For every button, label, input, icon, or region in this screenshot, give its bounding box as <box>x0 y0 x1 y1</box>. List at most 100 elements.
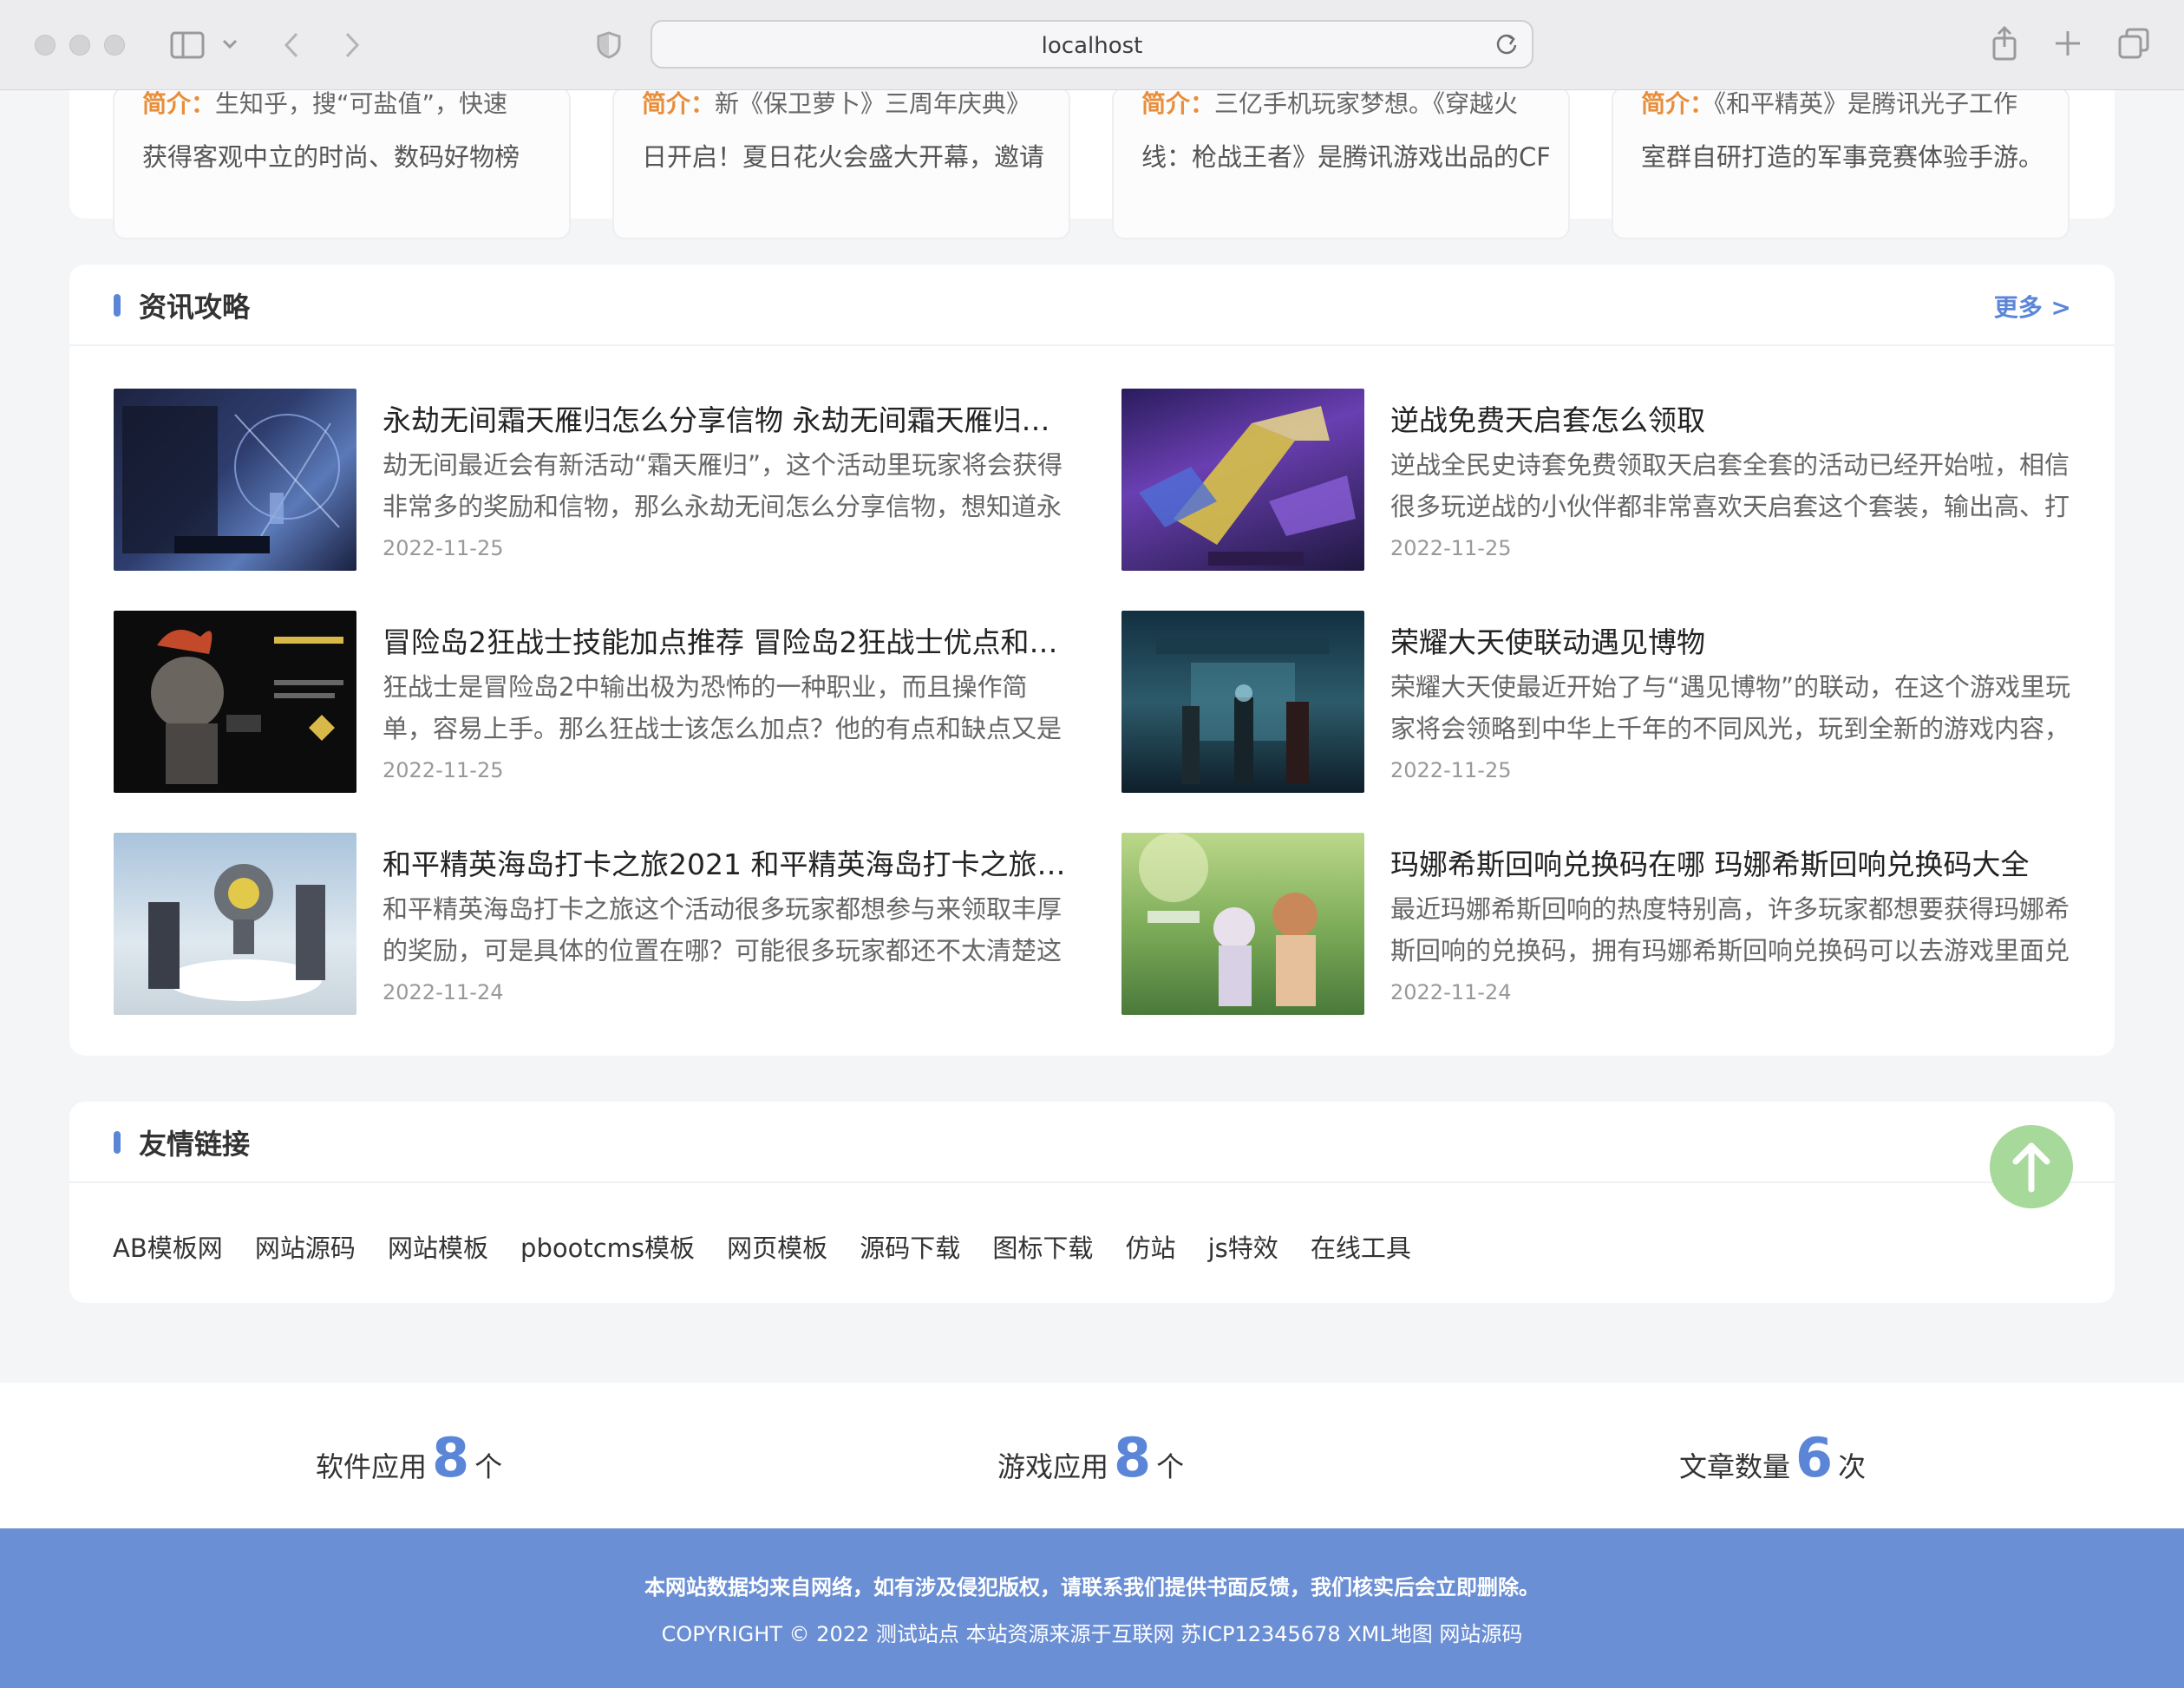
app-card[interactable]: 简介：《和平精英》是腾讯光子工作 室群自研打造的军事竞赛体验手游。 <box>1612 87 2070 239</box>
section-accent-bar <box>114 1131 121 1154</box>
news-item[interactable]: 冒险岛2狂战士技能加点推荐 冒险岛2狂战士优点和缺点分析 狂战士是冒险岛2中输出… <box>114 611 1068 793</box>
app-card-line2: 获得客观中立的时尚、数码好物榜 <box>142 142 520 172</box>
app-card-line2: 线：枪战王者》是腾讯游戏出品的CF <box>1141 142 1549 172</box>
stat-label: 软件应用 <box>316 1450 428 1483</box>
news-thumbnail[interactable] <box>114 611 356 793</box>
reload-icon[interactable] <box>1495 32 1518 56</box>
stat-value: 6 <box>1795 1426 1834 1489</box>
news-description: 劫无间最近会有新活动“霜天雁归”，这个活动里玩家将会获得非常多的奖励和信物，那么… <box>383 450 1063 521</box>
address-bar[interactable]: localhost <box>651 20 1533 69</box>
share-icon[interactable] <box>1991 26 2017 61</box>
news-date: 2022-11-24 <box>1390 980 1512 1004</box>
more-link[interactable]: 更多 > <box>1994 289 2071 324</box>
news-title[interactable]: 逆战免费天启套怎么领取 <box>1390 397 2076 439</box>
friend-link[interactable]: 网站源码 <box>255 1233 356 1263</box>
browser-toolbar: localhost <box>0 0 2184 90</box>
app-card-line2: 室群自研打造的军事竞赛体验手游。 <box>1641 142 2044 172</box>
stat-value: 8 <box>432 1426 470 1489</box>
app-card-line2: 日开启！夏日花火会盛大开幕，邀请 <box>642 142 1045 172</box>
news-thumbnail[interactable] <box>1121 389 1364 571</box>
minimize-window-button[interactable] <box>69 35 90 56</box>
footer-disclaimer: 本网站数据均来自网络，如有涉及侵犯版权，请联系我们提供书面反馈，我们核实后会立即… <box>644 1575 1540 1600</box>
news-description: 狂战士是冒险岛2中输出极为恐怖的一种职业，而且操作简单，容易上手。那么狂战士该怎… <box>383 672 1063 743</box>
news-item[interactable]: 永劫无间霜天雁归怎么分享信物 永劫无间霜天雁归分享信物方法 劫无间最近会有新活动… <box>114 389 1068 571</box>
app-card[interactable]: 简介：生知乎，搜“可盐值”，快速 获得客观中立的时尚、数码好物榜 <box>113 87 571 239</box>
news-title[interactable]: 荣耀大天使联动遇见博物 <box>1390 619 2076 661</box>
app-card-line1: 生知乎，搜“可盐值”，快速 <box>215 89 508 118</box>
zoom-window-button[interactable] <box>104 35 125 56</box>
news-thumbnail[interactable] <box>1121 833 1364 1015</box>
app-card-snippet: 简介：三亿手机玩家梦想。《穿越火 <box>1141 88 1549 120</box>
app-card-label: 简介： <box>142 89 216 118</box>
section-title: 友情链接 <box>139 1128 251 1161</box>
tabs-overview-icon[interactable] <box>2118 28 2149 59</box>
news-date: 2022-11-25 <box>383 536 504 560</box>
stat-label: 游戏应用 <box>997 1450 1109 1483</box>
news-description: 逆战全民史诗套免费领取天启套全套的活动已经开始啦，相信很多玩逆战的小伙伴都非常喜… <box>1390 450 2070 521</box>
friend-link[interactable]: 在线工具 <box>1311 1233 1411 1263</box>
friend-link[interactable]: 网站模板 <box>388 1233 488 1263</box>
friend-link[interactable]: 仿站 <box>1125 1233 1175 1263</box>
app-card-label: 简介： <box>642 89 716 118</box>
news-title[interactable]: 冒险岛2狂战士技能加点推荐 冒险岛2狂战士优点和缺点分析 <box>383 619 1068 661</box>
footer-copyright: COPYRIGHT © 2022 测试站点 本站资源来源于互联网 苏ICP123… <box>661 1622 1523 1646</box>
news-section: 资讯攻略 更多 > 永劫无间霜天雁归怎么分享信物 永劫无间霜天雁归分享信物方法 … <box>69 265 2115 1056</box>
stat-unit: 个 <box>1156 1450 1185 1483</box>
news-description: 荣耀大天使最近开始了与“遇见博物”的联动，在这个游戏里玩家将会领略到中华上千年的… <box>1390 672 2071 743</box>
back-to-top-button[interactable] <box>1990 1125 2073 1208</box>
url-text: localhost <box>1041 33 1143 59</box>
news-item[interactable]: 和平精英海岛打卡之旅2021 和平精英海岛打卡之旅位置大全 和平精英海岛打卡之旅… <box>114 833 1068 1015</box>
stat-articles: 文章数量6 次 <box>1679 1426 1866 1489</box>
new-tab-icon[interactable] <box>2054 29 2082 57</box>
stat-software: 软件应用8 个 <box>316 1426 502 1489</box>
friend-link[interactable]: js特效 <box>1208 1233 1278 1263</box>
news-item[interactable]: 荣耀大天使联动遇见博物 荣耀大天使最近开始了与“遇见博物”的联动，在这个游戏里玩… <box>1121 611 2076 793</box>
news-date: 2022-11-25 <box>383 758 504 782</box>
forward-icon[interactable] <box>343 31 361 59</box>
friend-link[interactable]: 图标下载 <box>992 1233 1093 1263</box>
stat-value: 8 <box>1114 1426 1152 1489</box>
news-description: 最近玛娜希斯回响的热度特别高，许多玩家都想要获得玛娜希斯回响的兑换码，拥有玛娜希… <box>1390 894 2070 965</box>
news-description: 和平精英海岛打卡之旅这个活动很多玩家都想参与来领取丰厚的奖励，可是具体的位置在哪… <box>383 894 1063 965</box>
app-card-label: 简介： <box>1641 89 1715 118</box>
app-card-snippet: 简介：生知乎，搜“可盐值”，快速 <box>142 88 550 120</box>
stat-unit: 次 <box>1838 1450 1867 1483</box>
news-date: 2022-11-25 <box>1390 536 1512 560</box>
news-title[interactable]: 永劫无间霜天雁归怎么分享信物 永劫无间霜天雁归分享信物方法 <box>383 397 1068 439</box>
close-window-button[interactable] <box>35 35 56 56</box>
stat-label: 文章数量 <box>1679 1450 1791 1483</box>
sidebar-icon[interactable] <box>170 31 205 59</box>
site-footer: 本网站数据均来自网络，如有涉及侵犯版权，请联系我们提供书面反馈，我们核实后会立即… <box>0 1528 2184 1688</box>
news-date: 2022-11-24 <box>383 980 504 1004</box>
news-title[interactable]: 玛娜希斯回响兑换码在哪 玛娜希斯回响兑换码大全 <box>1390 841 2076 883</box>
app-card[interactable]: 简介：三亿手机玩家梦想。《穿越火 线：枪战王者》是腾讯游戏出品的CF <box>1112 87 1570 239</box>
stat-unit: 个 <box>474 1450 503 1483</box>
links-section-header: 友情链接 <box>69 1102 2115 1183</box>
friend-link[interactable]: pbootcms模板 <box>520 1233 695 1263</box>
shield-icon[interactable] <box>597 31 621 59</box>
friend-link[interactable]: 网页模板 <box>727 1233 827 1263</box>
section-title: 资讯攻略 <box>139 291 251 324</box>
news-item[interactable]: 逆战免费天启套怎么领取 逆战全民史诗套免费领取天启套全套的活动已经开始啦，相信很… <box>1121 389 2076 571</box>
stat-games: 游戏应用8 个 <box>997 1426 1184 1489</box>
section-accent-bar <box>114 294 121 317</box>
news-thumbnail[interactable] <box>114 389 356 571</box>
news-date: 2022-11-25 <box>1390 758 1512 782</box>
app-card[interactable]: 简介：新《保卫萝卜》三周年庆典》 日开启！夏日花火会盛大开幕，邀请 <box>612 87 1070 239</box>
app-card-line1: 三亿手机玩家梦想。《穿越火 <box>1214 89 1519 118</box>
friendly-links-section: 友情链接 AB模板网 网站源码 网站模板 pbootcms模板 网页模板 源码下… <box>69 1102 2115 1303</box>
friend-link[interactable]: AB模板网 <box>113 1233 223 1263</box>
news-thumbnail[interactable] <box>1121 611 1364 793</box>
news-thumbnail[interactable] <box>114 833 356 1015</box>
chevron-down-icon[interactable] <box>222 38 238 50</box>
friend-link[interactable]: 源码下载 <box>860 1233 960 1263</box>
news-title[interactable]: 和平精英海岛打卡之旅2021 和平精英海岛打卡之旅位置大全 <box>383 841 1068 883</box>
news-section-header: 资讯攻略 更多 > <box>69 265 2115 346</box>
links-list: AB模板网 网站源码 网站模板 pbootcms模板 网页模板 源码下载 图标下… <box>113 1228 1439 1265</box>
news-item[interactable]: 玛娜希斯回响兑换码在哪 玛娜希斯回响兑换码大全 最近玛娜希斯回响的热度特别高，许… <box>1121 833 2076 1015</box>
app-card-label: 简介： <box>1141 89 1215 118</box>
app-card-snippet: 简介：《和平精英》是腾讯光子工作 <box>1641 88 2049 120</box>
back-icon[interactable] <box>283 31 300 59</box>
app-card-line1: 《和平精英》是腾讯光子工作 <box>1714 89 2018 118</box>
site-stats: 软件应用8 个 游戏应用8 个 文章数量6 次 <box>0 1383 2184 1528</box>
